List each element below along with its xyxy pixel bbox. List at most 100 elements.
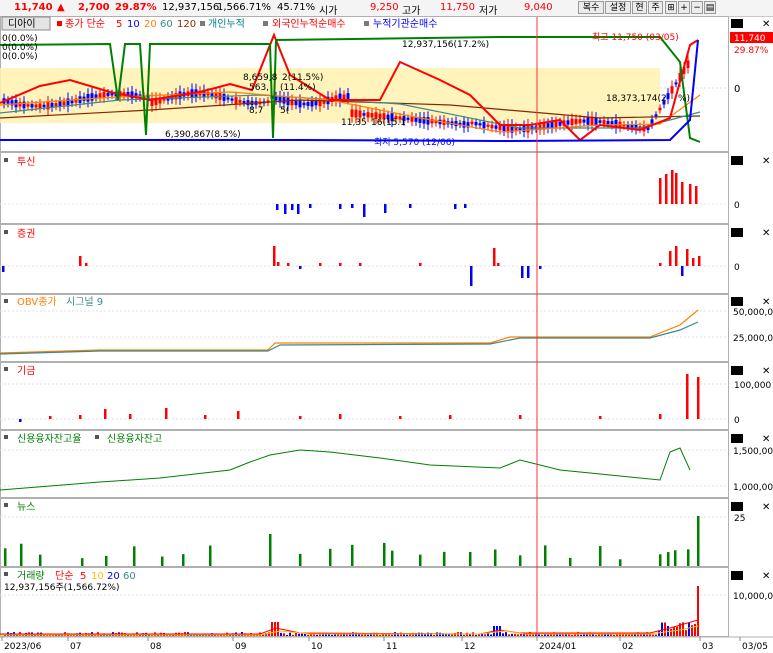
vol-label-2b: (11.4%) (280, 83, 316, 93)
legend-inst: 누적기관순매수 (373, 18, 437, 30)
trust-panel-icon[interactable] (731, 156, 743, 165)
current-button[interactable]: 현 (632, 1, 647, 14)
pct-label-c: 0(0.0%) (2, 52, 38, 62)
volume-bar (403, 634, 405, 636)
pension-bar (599, 416, 602, 419)
date-label: 12 (464, 642, 475, 652)
legend-indiv-icon (200, 21, 205, 26)
chart-tab-label: 디아이 (8, 18, 36, 30)
news-bar (667, 552, 670, 566)
volume-bar (595, 634, 597, 636)
volume-bar (406, 634, 408, 636)
settings-button[interactable]: 설정 (605, 1, 631, 14)
legend-ma-120: 120 (177, 19, 196, 30)
candle (470, 121, 474, 125)
news-bar (674, 550, 677, 566)
date-label: 03/05 (742, 642, 768, 652)
securities-bar (2, 266, 5, 272)
trust-bar (339, 204, 342, 209)
volume-bar (316, 634, 318, 636)
copy-button[interactable]: 복수 (578, 1, 604, 14)
legend-inst-icon (364, 21, 369, 26)
volume-close-icon[interactable]: ✕ (762, 571, 770, 582)
volume: 12,937,156 (162, 2, 220, 13)
pension-close-icon[interactable]: ✕ (762, 366, 770, 377)
sec-close-icon[interactable]: ✕ (762, 228, 770, 239)
main-close-icon[interactable]: ✕ (762, 19, 770, 30)
candle (594, 117, 598, 125)
news-panel-icon[interactable] (731, 502, 743, 511)
main-panel-icon[interactable] (731, 19, 743, 28)
main-zero: 0 (734, 84, 740, 95)
trust-bar (409, 204, 412, 208)
high-value: 11,750 (440, 2, 475, 13)
candle (90, 93, 94, 101)
credit-bot: 1,000,000 (733, 483, 773, 493)
vol-label-3: 8,7 (249, 106, 263, 116)
pct-tag: 29.87% (734, 46, 769, 56)
candle (570, 118, 574, 126)
securities-bar (521, 266, 524, 278)
layout-icon[interactable]: ▤ (704, 1, 716, 14)
obv-close-icon[interactable]: ✕ (762, 297, 770, 308)
vol-high-label: 12,937,156(17.2%) (402, 40, 489, 50)
volume-bar (283, 633, 285, 636)
trust-bar (681, 182, 684, 204)
news-close-icon[interactable]: ✕ (762, 502, 770, 513)
credit-close-icon[interactable]: ✕ (762, 434, 770, 445)
volume-panel-icon[interactable] (731, 571, 743, 580)
securities-bar (493, 248, 496, 266)
candle (350, 109, 354, 117)
credit-line (0, 447, 691, 491)
sec-panel-icon[interactable] (731, 228, 743, 237)
news-bar (469, 551, 472, 566)
securities-bar (698, 256, 701, 266)
pension-top: 100,000 (734, 381, 771, 391)
candle (654, 114, 658, 117)
sec-icon (4, 230, 8, 234)
volume-ma-5-line (0, 619, 699, 635)
trust-bar (297, 204, 300, 214)
securities-bar (273, 246, 276, 266)
candle (38, 103, 42, 109)
securities-bar (339, 263, 342, 266)
obv-mid: 25,000,0 (733, 334, 773, 344)
candle (666, 93, 670, 100)
volume-bar (619, 634, 621, 636)
volume-bar (379, 634, 381, 636)
pension-panel-icon[interactable] (731, 366, 743, 375)
pension-bar (79, 415, 82, 419)
candle (30, 104, 34, 108)
obv-panel-icon[interactable] (731, 297, 743, 306)
volume-bar (688, 622, 690, 636)
candle (314, 101, 318, 106)
legend-ma-20: 20 (144, 19, 157, 30)
legend-ma-5: 5 (116, 19, 122, 30)
securities-bar (659, 263, 662, 266)
stock-chart: 디아이 종가 단순 5 10 20 60 120 개인누적 외국인누적순매수 누… (0, 16, 773, 652)
candle (54, 103, 58, 107)
news-bar (329, 548, 332, 566)
candle (222, 93, 226, 101)
minus-icon[interactable]: − (691, 1, 703, 14)
trust-bar (276, 204, 279, 210)
obv-icon (4, 299, 8, 303)
volume-ma-label: 단순 (55, 570, 73, 582)
obv-title: OBV종가 (17, 296, 57, 308)
candle (22, 101, 26, 109)
candle (62, 101, 66, 106)
volume-bar (289, 632, 291, 636)
trust-bar (363, 204, 366, 217)
news-bar (39, 554, 42, 566)
low-label: 저가 (479, 6, 498, 17)
date-label: 2024/01 (539, 642, 576, 652)
securities-bar (277, 262, 280, 266)
candle (606, 120, 610, 125)
grid-icon[interactable]: ⊞ (665, 1, 677, 14)
trust-close-icon[interactable]: ✕ (762, 156, 770, 167)
plus-icon[interactable]: + (678, 1, 690, 14)
candle (370, 113, 374, 118)
credit-panel-icon[interactable] (731, 434, 743, 443)
note-button[interactable]: 주 (648, 1, 663, 14)
volume-bar (571, 634, 573, 636)
